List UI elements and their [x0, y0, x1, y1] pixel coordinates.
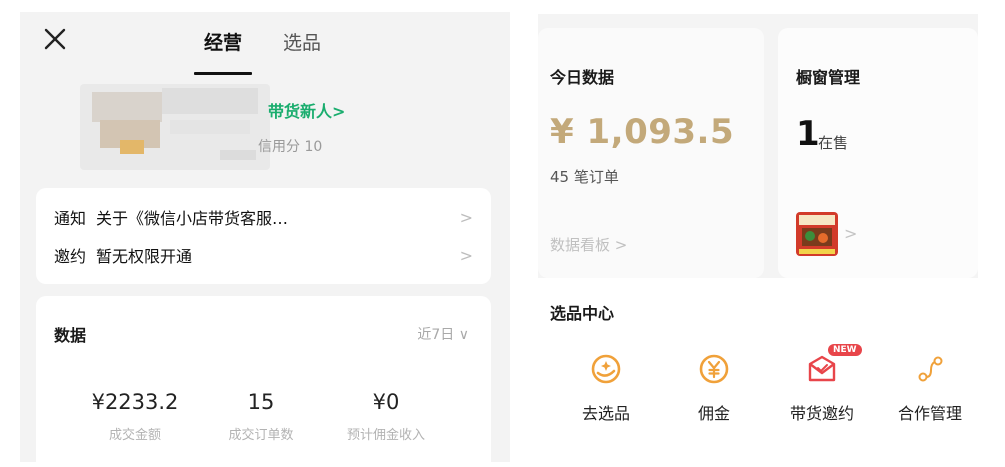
stat-value: 15 — [247, 390, 275, 414]
today-data-title: 今日数据 — [550, 68, 615, 87]
tool-commission[interactable]: 佣金 — [664, 352, 764, 424]
stat-value: ¥2233.2 — [91, 390, 179, 414]
product-thumbnail[interactable] — [796, 212, 838, 256]
notice-tag: 邀约 — [54, 247, 87, 266]
seller-level-badge[interactable]: 带货新人> — [268, 98, 345, 122]
notice-card: 通知 关于《微信小店带货客服… > 邀约 暂无权限开通 > — [36, 188, 491, 284]
blurred-profile-avatar — [80, 84, 270, 170]
today-orders: 45 笔订单 — [550, 168, 619, 186]
cooperation-icon — [918, 356, 943, 382]
chevron-right-icon: > — [459, 245, 473, 265]
notice-text: 关于《微信小店带货客服… — [96, 209, 289, 228]
credit-score: 信用分 10 — [258, 139, 323, 155]
tool-label: 佣金 — [697, 404, 730, 423]
stat-orders: 15 成交订单数 — [196, 390, 326, 443]
screen: 经营 选品 带货新人> 信用分 10 通知 关于《微信小店带货客服… > 邀约 … — [0, 0, 1005, 467]
data-dashboard-link[interactable]: 数据看板 > — [550, 234, 627, 255]
notice-tag: 通知 — [54, 209, 87, 228]
dashboard-panel: 今日数据 ¥ 1,093.5 45 笔订单 数据看板 > 橱窗管理 1 在售 > — [538, 14, 978, 460]
tool-label: 去选品 — [581, 404, 630, 423]
tool-select-product[interactable]: 去选品 — [556, 352, 656, 424]
showcase-title: 橱窗管理 — [796, 68, 861, 87]
stat-value: ¥0 — [372, 390, 400, 414]
selection-center-card: 选品中心 去选品 佣金 NEW 带货邀约 合作管理 — [538, 278, 978, 460]
data-title: 数据 — [54, 326, 87, 345]
select-product-icon — [591, 354, 621, 384]
stat-label: 成交订单数 — [228, 428, 294, 443]
today-data-card[interactable]: 今日数据 ¥ 1,093.5 45 笔订单 数据看板 > — [538, 28, 764, 278]
notice-text: 暂无权限开通 — [96, 247, 193, 266]
tab-business[interactable]: 经营 — [204, 28, 242, 55]
active-tab-indicator — [194, 72, 252, 75]
today-amount: ¥ 1,093.5 — [550, 112, 735, 152]
tool-cooperation[interactable]: 合作管理 — [880, 352, 978, 424]
selection-center-title: 选品中心 — [550, 304, 615, 323]
tool-invitation[interactable]: NEW 带货邀约 — [772, 344, 872, 424]
business-panel: 经营 选品 带货新人> 信用分 10 通知 关于《微信小店带货客服… > 邀约 … — [20, 12, 510, 462]
top-tabs: 经营 选品 — [20, 28, 510, 75]
showcase-count: 1 — [796, 114, 820, 154]
period-dropdown[interactable]: 近7日 ∨ — [417, 324, 469, 344]
commission-icon — [699, 354, 729, 384]
stat-label: 成交金额 — [108, 428, 161, 443]
stat-commission: ¥0 预计佣金收入 — [321, 390, 451, 443]
showcase-count-unit: 在售 — [818, 134, 849, 152]
data-card: 数据 近7日 ∨ ¥2233.2 成交金额 15 成交订单数 ¥0 预计佣金收入 — [36, 296, 491, 462]
notice-row-invitation[interactable]: 邀约 暂无权限开通 > — [54, 240, 473, 270]
invitation-icon — [808, 355, 836, 382]
tool-label: 带货邀约 — [789, 404, 854, 423]
showcase-card[interactable]: 橱窗管理 1 在售 > — [778, 28, 978, 278]
tool-label: 合作管理 — [897, 404, 962, 423]
chevron-right-icon: > — [459, 207, 473, 227]
notice-row-announcement[interactable]: 通知 关于《微信小店带货客服… > — [54, 202, 473, 232]
stat-label: 预计佣金收入 — [346, 428, 425, 443]
tab-selection[interactable]: 选品 — [283, 28, 321, 55]
chevron-right-icon: > — [844, 224, 858, 243]
new-badge: NEW — [828, 344, 862, 356]
stat-gmv: ¥2233.2 成交金额 — [70, 390, 200, 443]
